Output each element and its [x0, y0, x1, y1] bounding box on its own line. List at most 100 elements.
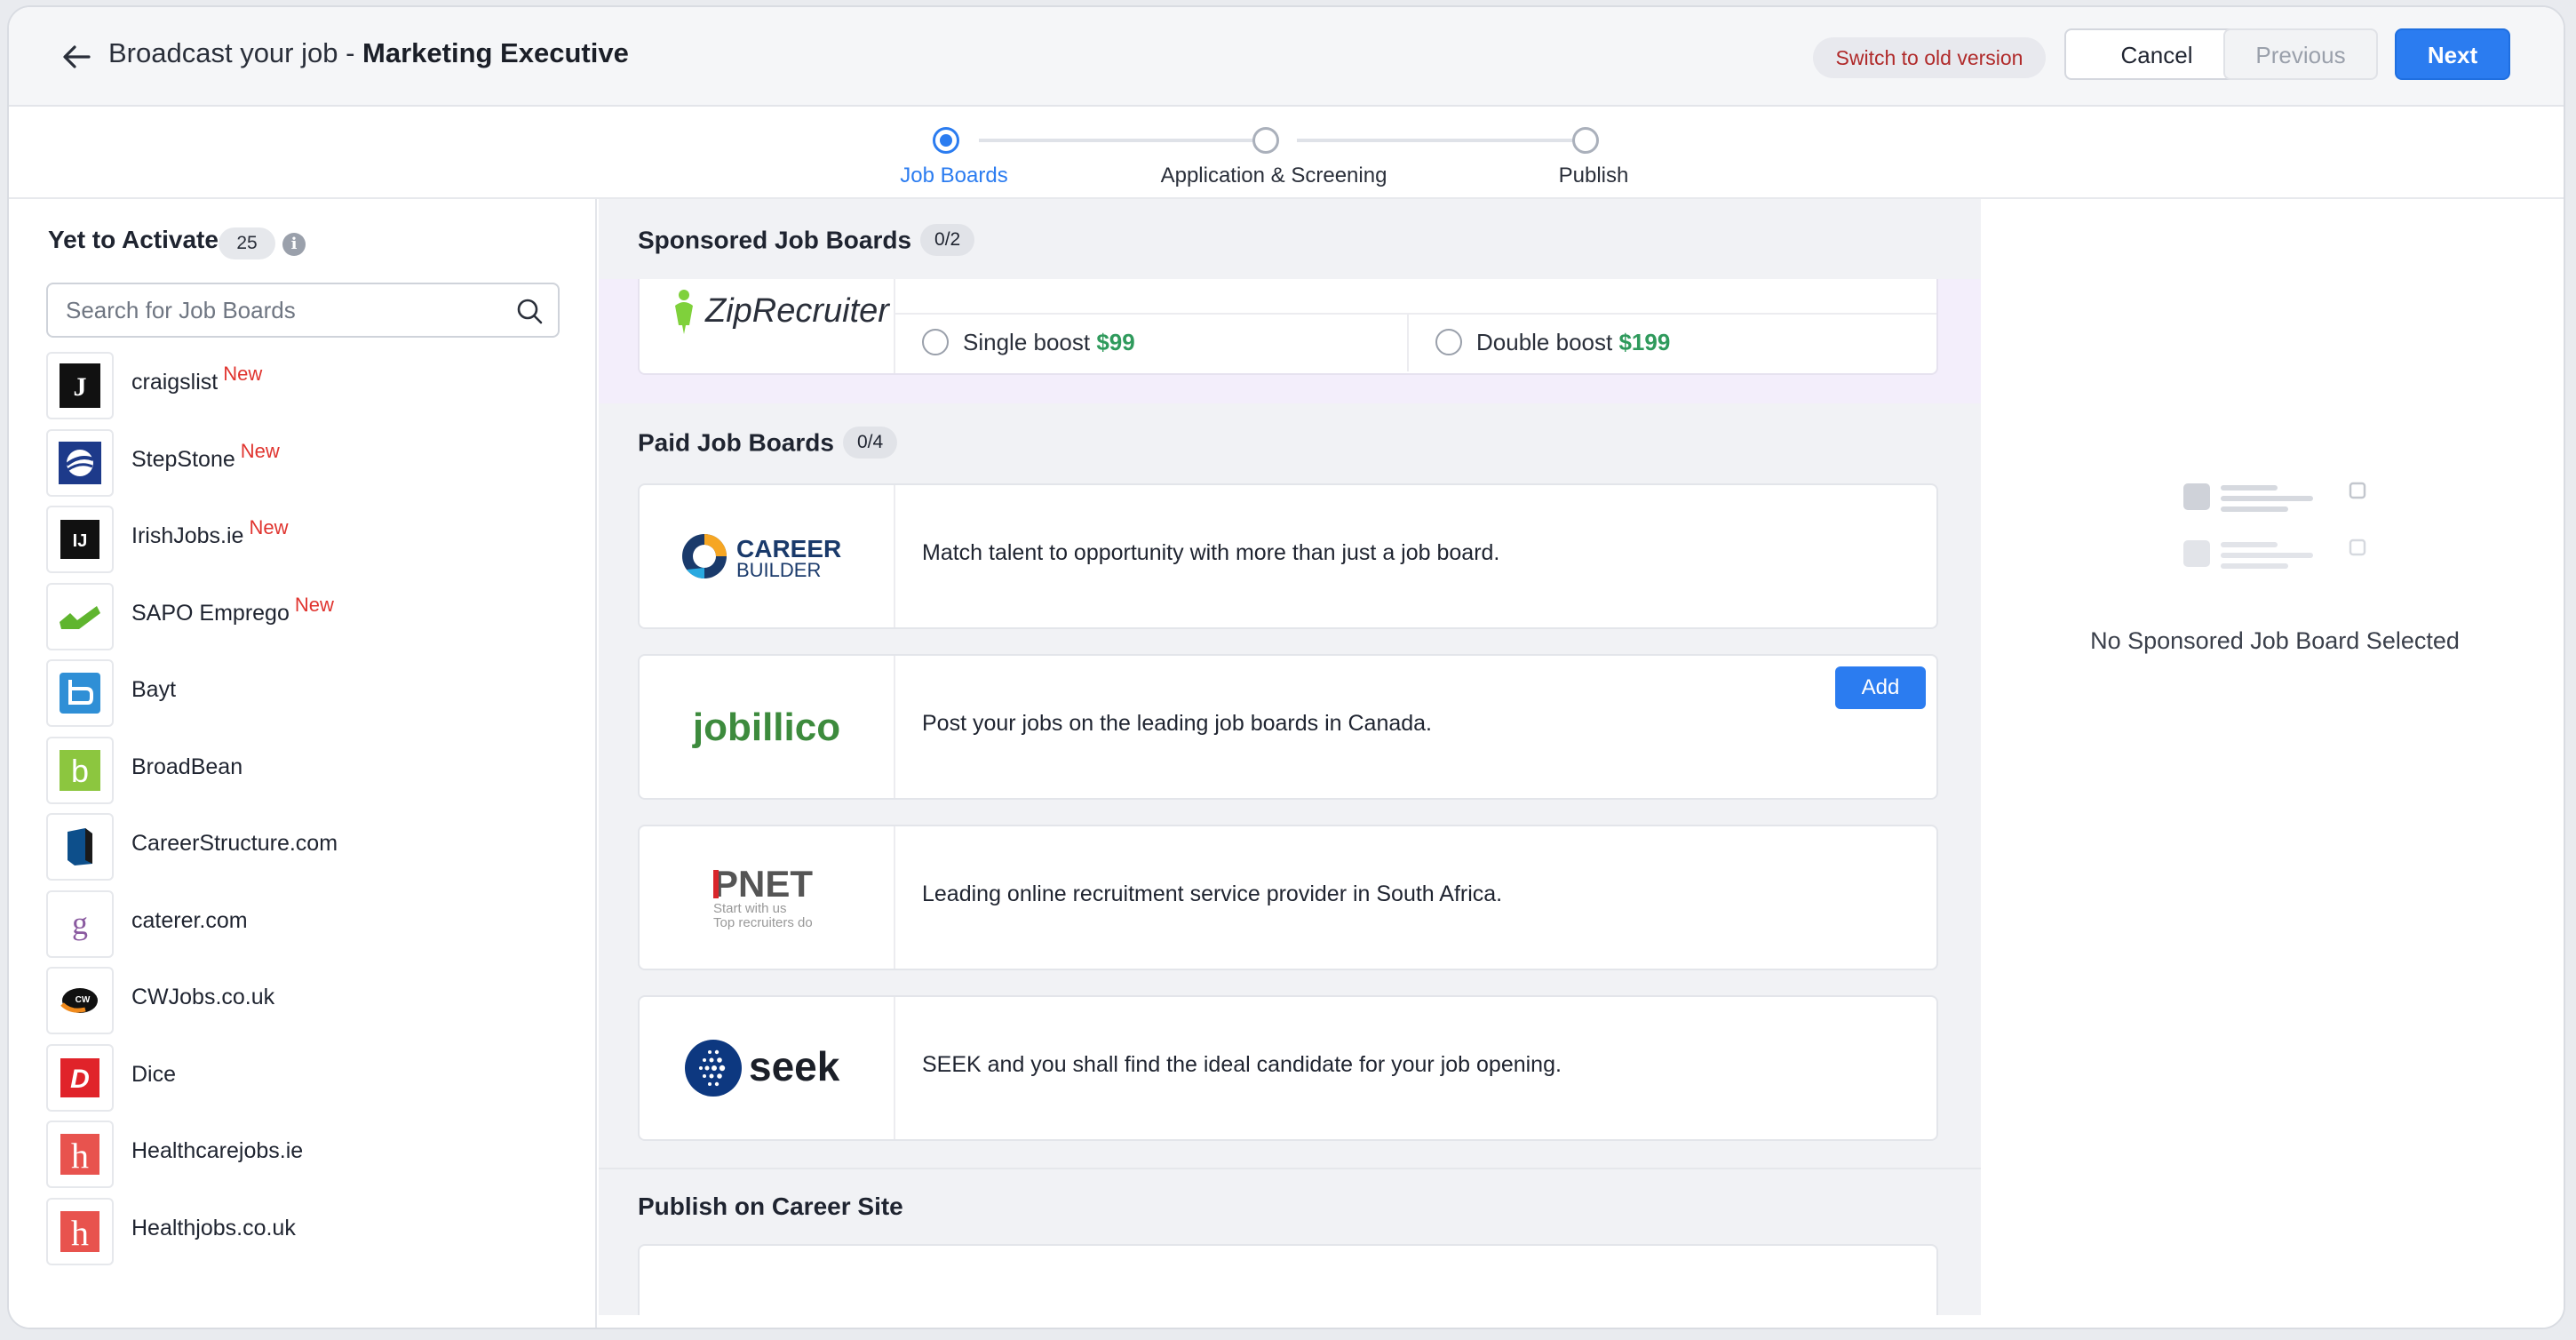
back-arrow-icon[interactable]: [59, 39, 94, 75]
search-input[interactable]: [66, 284, 501, 336]
board-name: Dice: [131, 1061, 177, 1087]
jobillico-description: Post your jobs on the leading job boards…: [922, 711, 1432, 736]
craigslist-logo: J: [46, 352, 114, 419]
board-name: Bayt: [131, 677, 177, 702]
step-dot-job-boards[interactable]: [933, 127, 959, 154]
step-dot-publish[interactable]: [1572, 127, 1599, 154]
list-item[interactable]: J craigslist New: [46, 348, 579, 426]
list-item[interactable]: h Healthjobs.co.uk: [46, 1194, 579, 1272]
svg-text:J: J: [74, 372, 87, 402]
svg-text:CW: CW: [76, 995, 91, 1005]
svg-text:D: D: [70, 1065, 90, 1094]
header: Broadcast your job - Marketing Executive…: [9, 7, 2564, 107]
info-icon[interactable]: i: [282, 233, 306, 256]
step-label-application-screening[interactable]: Application & Screening: [1161, 164, 1387, 188]
pnet-logo: PNET Start with us Top recruiters do: [640, 826, 895, 969]
paid-job-boards-heading: Paid Job Boards 0/4: [638, 427, 898, 460]
jobillico-card[interactable]: jobillico Post your jobs on the leading …: [638, 654, 1938, 800]
board-name: CareerStructure.com: [131, 831, 338, 856]
svg-text:h: h: [71, 1136, 89, 1175]
board-name: IrishJobs.ie: [131, 523, 244, 548]
stepstone-logo: [46, 428, 114, 497]
board-name: Healthjobs.co.uk: [131, 1215, 296, 1240]
add-jobillico-button[interactable]: Add: [1835, 666, 1926, 709]
list-item[interactable]: g caterer.com: [46, 887, 579, 964]
board-name: CWJobs.co.uk: [131, 985, 275, 1009]
list-item[interactable]: CareerStructure.com: [46, 810, 579, 887]
list-item[interactable]: IJ IrishJobs.ie New: [46, 502, 579, 579]
new-badge: New: [294, 593, 334, 616]
title-prefix: Broadcast your job -: [108, 37, 363, 68]
bayt-logo: [46, 659, 114, 727]
yet-to-activate-panel: Yet to Activate 25 i J craigslistNew Ste…: [9, 199, 597, 1328]
careerstructure-logo: [46, 813, 114, 881]
ziprecruiter-logo: ZipRecruiter: [640, 279, 895, 373]
single-boost-option[interactable]: Single boost $99: [895, 313, 1409, 371]
board-name: BroadBean: [131, 754, 243, 779]
caterer-logo: g: [46, 889, 114, 958]
ziprecruiter-logo-text: ZipRecruiter: [704, 292, 890, 330]
list-item[interactable]: b BroadBean: [46, 733, 579, 810]
board-list: J craigslist New StepStone New IJ IrishJob…: [46, 348, 579, 1271]
pnet-logo-sub2: Top recruiters do: [713, 915, 813, 930]
job-board-search: [46, 283, 560, 338]
cwjobs-logo: CW: [46, 967, 114, 1034]
double-boost-option[interactable]: Double boost $199: [1409, 313, 1936, 371]
board-name: craigslist: [131, 370, 219, 395]
double-boost-radio[interactable]: [1435, 329, 1462, 355]
pnet-description: Leading online recruitment service provi…: [922, 881, 1503, 906]
step-connector: [979, 139, 1268, 142]
double-boost-price: $199: [1618, 329, 1671, 355]
single-boost-radio[interactable]: [922, 329, 949, 355]
seek-logo: seek: [640, 997, 895, 1139]
stepper: Job Boards Application & Screening Publi…: [9, 108, 2564, 199]
list-item[interactable]: D Dice: [46, 1041, 579, 1118]
job-boards-content[interactable]: Sponsored Job Boards 0/2 ZipRecruiter Sin…: [599, 199, 1981, 1315]
switch-old-version-button[interactable]: Switch to old version: [1813, 37, 2046, 78]
next-button[interactable]: Next: [2395, 28, 2510, 80]
new-badge: New: [249, 516, 289, 538]
double-boost-label: Double boost: [1476, 329, 1619, 355]
healthjobs-logo: h: [46, 1197, 114, 1265]
sponsored-job-boards-heading: Sponsored Job Boards 0/2: [638, 224, 975, 258]
seek-logo-text: seek: [749, 1043, 840, 1089]
list-item[interactable]: SAPO Emprego New: [46, 579, 579, 657]
svg-text:g: g: [72, 905, 88, 941]
yet-to-activate-count: 25: [219, 227, 275, 259]
board-name: StepStone: [131, 446, 235, 472]
jobillico-logo: jobillico: [640, 656, 895, 798]
step-label-job-boards[interactable]: Job Boards: [900, 164, 1007, 188]
healthcarejobs-logo: h: [46, 1121, 114, 1188]
broadbean-logo: b: [46, 736, 114, 804]
svg-text:b: b: [71, 753, 89, 789]
pnet-card[interactable]: PNET Start with us Top recruiters do Lea…: [638, 825, 1938, 970]
list-item[interactable]: StepStone New: [46, 426, 579, 503]
publish-career-site-heading: Publish on Career Site: [638, 1192, 903, 1220]
sapo-emprego-logo: [46, 582, 114, 650]
step-label-publish[interactable]: Publish: [1559, 164, 1629, 188]
dice-logo: D: [46, 1043, 114, 1112]
job-title: Marketing Executive: [362, 37, 629, 68]
jobillico-logo-text: jobillico: [692, 706, 840, 749]
previous-button[interactable]: Previous: [2223, 28, 2378, 80]
single-boost-price: $99: [1096, 329, 1135, 355]
yet-to-activate-title: Yet to Activate: [48, 226, 219, 253]
board-name: caterer.com: [131, 907, 248, 933]
irishjobs-logo: IJ: [46, 506, 114, 573]
careerbuilder-card[interactable]: CAREER BUILDER Match talent to opportuni…: [638, 483, 1938, 629]
careerbuilder-logo-line2: BUILDER: [736, 559, 821, 581]
section-divider: [599, 1168, 1981, 1169]
careerbuilder-logo: CAREER BUILDER: [640, 485, 895, 627]
career-site-card[interactable]: [638, 1244, 1938, 1315]
ziprecruiter-card: ZipRecruiter Single boost $99 Double boo…: [638, 279, 1938, 375]
search-icon[interactable]: [515, 297, 544, 325]
board-name: SAPO Emprego: [131, 600, 290, 626]
cancel-button[interactable]: Cancel: [2064, 28, 2249, 80]
sponsored-title: Sponsored Job Boards: [638, 226, 912, 254]
seek-card[interactable]: seek SEEK and you shall find the ideal c…: [638, 995, 1938, 1141]
step-dot-application-screening[interactable]: [1252, 127, 1279, 154]
list-item[interactable]: CW CWJobs.co.uk: [46, 963, 579, 1041]
list-item[interactable]: Bayt: [46, 656, 579, 733]
list-item[interactable]: h Healthcarejobs.ie: [46, 1117, 579, 1194]
board-name: Healthcarejobs.ie: [131, 1138, 304, 1163]
